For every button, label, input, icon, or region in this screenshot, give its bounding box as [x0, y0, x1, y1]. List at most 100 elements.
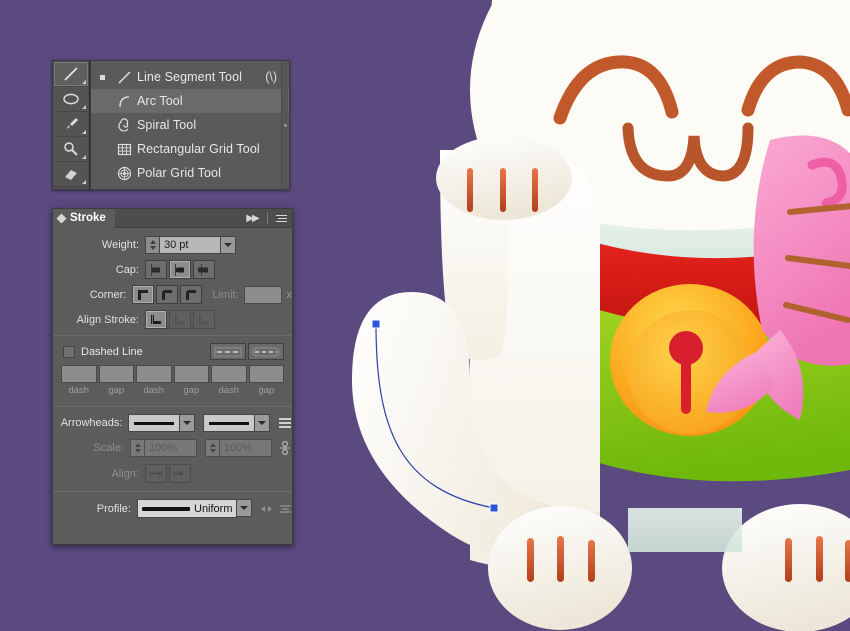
dash-cell[interactable]: gap [98, 365, 134, 396]
profile-flip-buttons[interactable] [260, 502, 292, 515]
miter-limit-unit: x [286, 288, 293, 301]
flyout-menu-list[interactable]: Line Segment Tool (\) Arc Tool Spiral To… [90, 60, 290, 190]
link-scales-icon[interactable] [278, 438, 292, 458]
profile-dropdown-icon[interactable] [237, 499, 252, 517]
gap-label-1: gap [108, 385, 125, 396]
align-center-button[interactable] [145, 310, 167, 329]
gap-input-1[interactable] [98, 365, 134, 383]
flyout-item-polar-grid-tool[interactable]: Polar Grid Tool [91, 161, 289, 185]
divider [53, 335, 292, 336]
swap-arrowheads-icon[interactable] [277, 414, 292, 432]
cap-label: Cap: [115, 263, 139, 276]
flyout-item-arc-tool[interactable]: Arc Tool [91, 89, 289, 113]
projecting-cap-button[interactable] [193, 260, 215, 279]
weight-dropdown-icon[interactable] [221, 236, 236, 254]
weight-control[interactable]: 30 pt [145, 236, 236, 254]
stroke-panel[interactable]: Stroke ▶▶ Weight: 30 pt Cap: Corner: Lim… [52, 208, 293, 545]
bevel-join-button[interactable] [180, 285, 203, 304]
profile-preview[interactable]: Uniform [137, 499, 237, 518]
end-arrowhead-control[interactable] [203, 414, 271, 432]
profile-control[interactable]: Uniform [137, 499, 252, 518]
gap-input-2[interactable] [173, 365, 209, 383]
flyout-item-label: Arc Tool [137, 94, 183, 108]
dash-gap-fields[interactable]: dash gap dash gap dash gap [53, 365, 292, 396]
miter-limit-input[interactable] [243, 285, 282, 304]
profile-value: Uniform [194, 502, 233, 515]
dash-adjust-to-corners-button[interactable] [248, 343, 284, 360]
panel-tab-strip[interactable]: Stroke ▶▶ [53, 208, 292, 228]
arc-icon [111, 94, 137, 109]
tearoff-marker-icon [97, 72, 107, 82]
align-outside-button[interactable] [193, 310, 215, 329]
miter-join-button[interactable] [132, 285, 155, 304]
end-scale-input[interactable]: 100% [219, 439, 272, 457]
divider [267, 212, 268, 224]
arrowhead-align-row: Align: [53, 464, 292, 483]
end-arrowhead-dropdown-icon[interactable] [255, 414, 271, 432]
dash-input-1[interactable] [61, 365, 97, 383]
dashed-line-checkbox[interactable] [63, 345, 75, 358]
end-scale-control[interactable]: 100% [205, 439, 272, 457]
start-arrowhead-preview[interactable] [128, 414, 181, 432]
arrowhead-align-buttons[interactable] [145, 464, 193, 483]
align-inside-button[interactable] [169, 310, 191, 329]
dash-preserve-exact-button[interactable] [210, 343, 246, 360]
strip-blob-brush-tool[interactable] [54, 137, 88, 162]
start-scale-input[interactable]: 100% [144, 439, 197, 457]
rectangular-grid-icon [111, 143, 137, 156]
flip-across-icon[interactable] [279, 502, 292, 515]
butt-cap-button[interactable] [145, 260, 167, 279]
place-at-end-button[interactable] [169, 464, 191, 483]
round-cap-button[interactable] [169, 260, 191, 279]
divider [53, 491, 292, 492]
flyout-item-spiral-tool[interactable]: Spiral Tool [91, 113, 289, 137]
line-tool-flyout[interactable]: Line Segment Tool (\) Arc Tool Spiral To… [52, 60, 290, 190]
dash-input-2[interactable] [136, 365, 172, 383]
dash-cell[interactable]: dash [136, 365, 172, 396]
panel-tab-icon [56, 213, 67, 223]
arrowhead-align-label: Align: [111, 467, 139, 480]
end-arrowhead-preview[interactable] [203, 414, 256, 432]
corner-row: Corner: Limit: x [53, 285, 292, 304]
strip-line-segment-tool[interactable] [54, 62, 88, 87]
cap-buttons[interactable] [145, 260, 217, 279]
arrowheads-row: Arrowheads: [53, 414, 292, 432]
flip-along-icon[interactable] [260, 502, 273, 515]
dash-input-3[interactable] [211, 365, 247, 383]
cap-row: Cap: [53, 260, 292, 279]
strip-paintbrush-tool[interactable] [54, 112, 88, 137]
dash-cell[interactable]: dash [61, 365, 97, 396]
dash-mode-buttons[interactable] [210, 343, 292, 360]
extend-beyond-end-button[interactable] [145, 464, 167, 483]
collapse-panel-icon[interactable]: ▶▶ [241, 209, 263, 228]
dash-cell[interactable]: gap [248, 365, 284, 396]
toolbar-strip[interactable] [52, 60, 90, 190]
dash-cell[interactable]: dash [211, 365, 247, 396]
tab-stroke[interactable]: Stroke [53, 208, 115, 228]
arrowhead-scale-row: Scale: 100% 100% [53, 438, 292, 458]
flyout-item-rectangular-grid-tool[interactable]: Rectangular Grid Tool [91, 137, 289, 161]
dash-cell[interactable]: gap [173, 365, 209, 396]
polar-grid-icon [111, 166, 137, 181]
panel-menu-icon[interactable] [272, 209, 292, 228]
gap-input-3[interactable] [248, 365, 284, 383]
start-arrowhead-control[interactable] [128, 414, 196, 432]
align-stroke-buttons[interactable] [145, 310, 217, 329]
start-arrowhead-dropdown-icon[interactable] [180, 414, 196, 432]
end-scale-stepper[interactable] [205, 439, 219, 457]
round-join-button[interactable] [156, 285, 179, 304]
start-scale-control[interactable]: 100% [130, 439, 197, 457]
corner-label: Corner: [89, 288, 127, 301]
flyout-item-label: Polar Grid Tool [137, 166, 221, 180]
weight-stepper[interactable] [145, 236, 159, 254]
flyout-item-line-segment-tool[interactable]: Line Segment Tool (\) [91, 65, 289, 89]
strip-ellipse-tool[interactable] [54, 87, 88, 112]
strip-eraser-tool[interactable] [54, 162, 88, 187]
weight-input[interactable]: 30 pt [159, 236, 221, 254]
flyout-tearoff-grip[interactable] [281, 61, 288, 189]
start-scale-stepper[interactable] [130, 439, 144, 457]
corner-buttons[interactable] [132, 285, 204, 304]
divider [53, 406, 292, 407]
